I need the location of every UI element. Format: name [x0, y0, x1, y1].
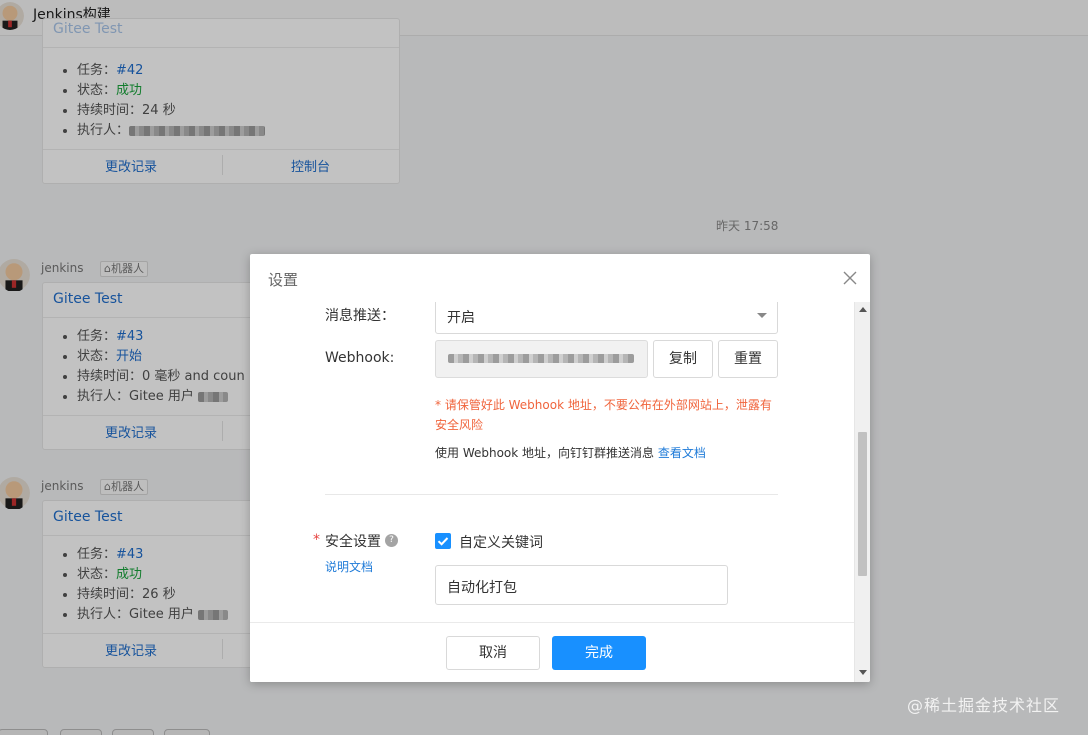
copy-button[interactable]: 复制	[653, 340, 713, 378]
dialog-scrollbar[interactable]	[854, 302, 870, 682]
cancel-button[interactable]: 取消	[446, 636, 540, 670]
required-mark: *	[313, 532, 320, 548]
section-divider	[325, 494, 778, 495]
webhook-hint: 使用 Webhook 地址，向钉钉群推送消息 查看文档	[435, 446, 706, 460]
reset-button[interactable]: 重置	[718, 340, 778, 378]
close-icon[interactable]	[840, 268, 860, 288]
view-docs-link[interactable]: 查看文档	[658, 446, 706, 460]
watermark: @稀土掘金技术社区	[907, 696, 1061, 715]
help-icon[interactable]: ?	[385, 534, 398, 547]
dialog-title: 设置	[268, 271, 299, 289]
scroll-up-icon[interactable]	[859, 307, 867, 312]
keyword-value: 自动化打包	[447, 580, 517, 596]
keyword-checkbox[interactable]	[435, 533, 451, 549]
dialog-footer: 取消 完成	[250, 622, 854, 682]
webhook-label: Webhook:	[325, 350, 395, 366]
settings-dialog: 设置 消息推送： 开启 Webhook: 复制 重置 * 请保管好此 Webho…	[250, 254, 870, 682]
push-select[interactable]: 开启	[435, 302, 778, 334]
push-label: 消息推送：	[325, 308, 395, 324]
keyword-input[interactable]: 自动化打包	[435, 565, 728, 605]
confirm-button[interactable]: 完成	[552, 636, 646, 670]
chevron-down-icon	[757, 313, 767, 318]
dialog-body: 消息推送： 开启 Webhook: 复制 重置 * 请保管好此 Webhook …	[250, 302, 870, 622]
explain-docs-link[interactable]: 说明文档	[325, 558, 373, 575]
keyword-option-label[interactable]: 自定义关键词	[459, 532, 543, 552]
scroll-thumb[interactable]	[858, 432, 867, 576]
push-value: 开启	[447, 310, 475, 326]
security-warning: * 请保管好此 Webhook 地址，不要公布在外部网站上，泄露有安全风险	[435, 398, 772, 432]
checkmark-icon	[437, 537, 449, 546]
dialog-header: 设置	[250, 254, 870, 302]
scroll-down-icon[interactable]	[859, 670, 867, 675]
redacted-webhook	[448, 354, 634, 363]
webhook-url-field[interactable]	[435, 340, 648, 378]
security-label: 安全设置	[325, 534, 381, 550]
